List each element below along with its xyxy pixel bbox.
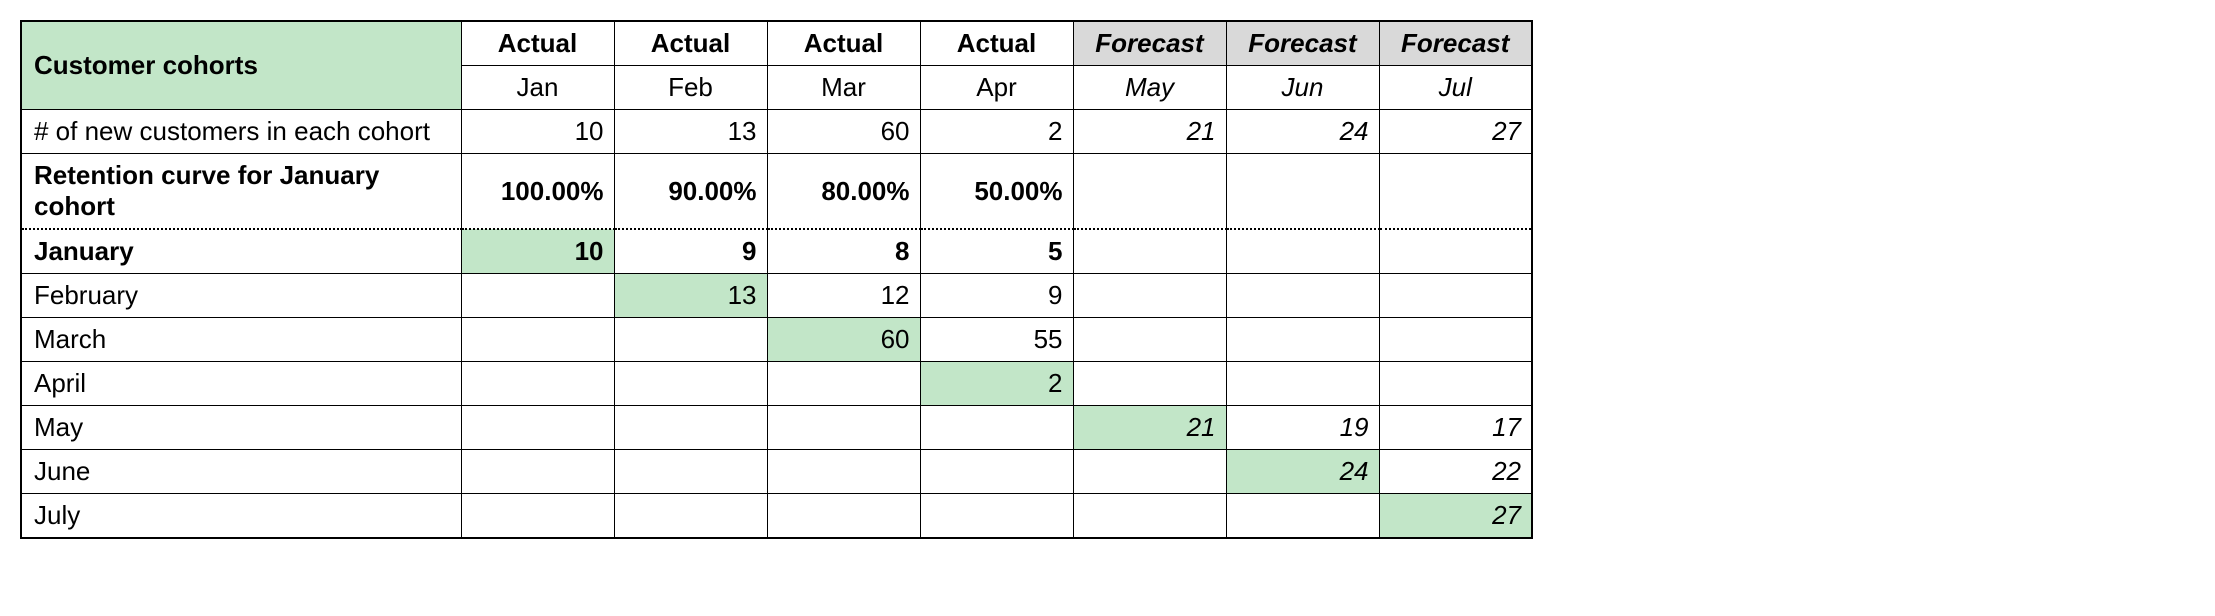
cell-value: [1379, 154, 1532, 230]
row-new-customers: # of new customers in each cohort 10 13 …: [21, 110, 1532, 154]
cell-value: [1226, 362, 1379, 406]
cohort-table: Customer cohorts Actual Actual Actual Ac…: [20, 20, 1533, 539]
col-month: Apr: [920, 66, 1073, 110]
cell-value: [1226, 229, 1379, 274]
cell-value: 60: [767, 318, 920, 362]
cell-value: 21: [1073, 406, 1226, 450]
cell-value: [1073, 362, 1226, 406]
col-month: Jun: [1226, 66, 1379, 110]
col-type: Forecast: [1379, 21, 1532, 66]
table-row: January10985: [21, 229, 1532, 274]
cell-value: 90.00%: [614, 154, 767, 230]
col-type: Forecast: [1226, 21, 1379, 66]
cell-value: [1073, 229, 1226, 274]
row-retention: Retention curve for January cohort 100.0…: [21, 154, 1532, 230]
cell-value: 9: [920, 274, 1073, 318]
cell-value: [1073, 318, 1226, 362]
col-type: Actual: [614, 21, 767, 66]
cell-value: 27: [1379, 110, 1532, 154]
cell-value: 9: [614, 229, 767, 274]
row-label: April: [21, 362, 461, 406]
row-label: July: [21, 494, 461, 539]
row-label: Retention curve for January cohort: [21, 154, 461, 230]
table-row: May 211917: [21, 406, 1532, 450]
cell-value: [614, 406, 767, 450]
col-month: Jan: [461, 66, 614, 110]
cell-value: 5: [920, 229, 1073, 274]
cell-value: [920, 406, 1073, 450]
cell-value: [614, 450, 767, 494]
cell-value: 2: [920, 362, 1073, 406]
col-type: Forecast: [1073, 21, 1226, 66]
cell-value: 100.00%: [461, 154, 614, 230]
cell-value: [767, 450, 920, 494]
cell-value: 55: [920, 318, 1073, 362]
cell-value: [461, 450, 614, 494]
cell-value: [1073, 154, 1226, 230]
cell-value: [767, 406, 920, 450]
cell-value: [461, 406, 614, 450]
row-label: June: [21, 450, 461, 494]
table-row: July 27: [21, 494, 1532, 539]
row-label: # of new customers in each cohort: [21, 110, 461, 154]
row-label: January: [21, 229, 461, 274]
cell-value: 27: [1379, 494, 1532, 539]
cell-value: 12: [767, 274, 920, 318]
cell-value: [920, 450, 1073, 494]
cell-value: [1226, 494, 1379, 539]
cell-value: [461, 362, 614, 406]
cell-value: [461, 318, 614, 362]
col-month: Jul: [1379, 66, 1532, 110]
cell-value: [1379, 362, 1532, 406]
cell-value: [1226, 318, 1379, 362]
cell-value: [1379, 274, 1532, 318]
cell-value: 21: [1073, 110, 1226, 154]
cell-value: [920, 494, 1073, 539]
table-row: March 6055: [21, 318, 1532, 362]
cell-value: [767, 494, 920, 539]
cell-value: [1379, 318, 1532, 362]
cell-value: [1073, 450, 1226, 494]
cell-value: 50.00%: [920, 154, 1073, 230]
cell-value: 13: [614, 110, 767, 154]
cell-value: 2: [920, 110, 1073, 154]
cell-value: 60: [767, 110, 920, 154]
col-type: Actual: [767, 21, 920, 66]
col-type: Actual: [461, 21, 614, 66]
cell-value: [614, 494, 767, 539]
cell-value: [1226, 154, 1379, 230]
cell-value: [614, 318, 767, 362]
cell-value: [1226, 274, 1379, 318]
cell-value: [614, 362, 767, 406]
cell-value: 80.00%: [767, 154, 920, 230]
cell-value: 8: [767, 229, 920, 274]
cell-value: [1379, 229, 1532, 274]
cell-value: [461, 274, 614, 318]
cell-value: 13: [614, 274, 767, 318]
table-row: February 13129: [21, 274, 1532, 318]
table-row: June 2422: [21, 450, 1532, 494]
row-label: February: [21, 274, 461, 318]
row-label: May: [21, 406, 461, 450]
col-month: May: [1073, 66, 1226, 110]
cell-value: 10: [461, 110, 614, 154]
table-header-row-1: Customer cohorts Actual Actual Actual Ac…: [21, 21, 1532, 66]
cell-value: 24: [1226, 450, 1379, 494]
cell-value: 17: [1379, 406, 1532, 450]
cell-value: 10: [461, 229, 614, 274]
cell-value: 24: [1226, 110, 1379, 154]
row-label: March: [21, 318, 461, 362]
table-title: Customer cohorts: [21, 21, 461, 110]
table-row: April 2: [21, 362, 1532, 406]
cell-value: [767, 362, 920, 406]
cell-value: [1073, 274, 1226, 318]
cell-value: 22: [1379, 450, 1532, 494]
cell-value: [1073, 494, 1226, 539]
cell-value: 19: [1226, 406, 1379, 450]
col-month: Mar: [767, 66, 920, 110]
cell-value: [461, 494, 614, 539]
col-month: Feb: [614, 66, 767, 110]
col-type: Actual: [920, 21, 1073, 66]
